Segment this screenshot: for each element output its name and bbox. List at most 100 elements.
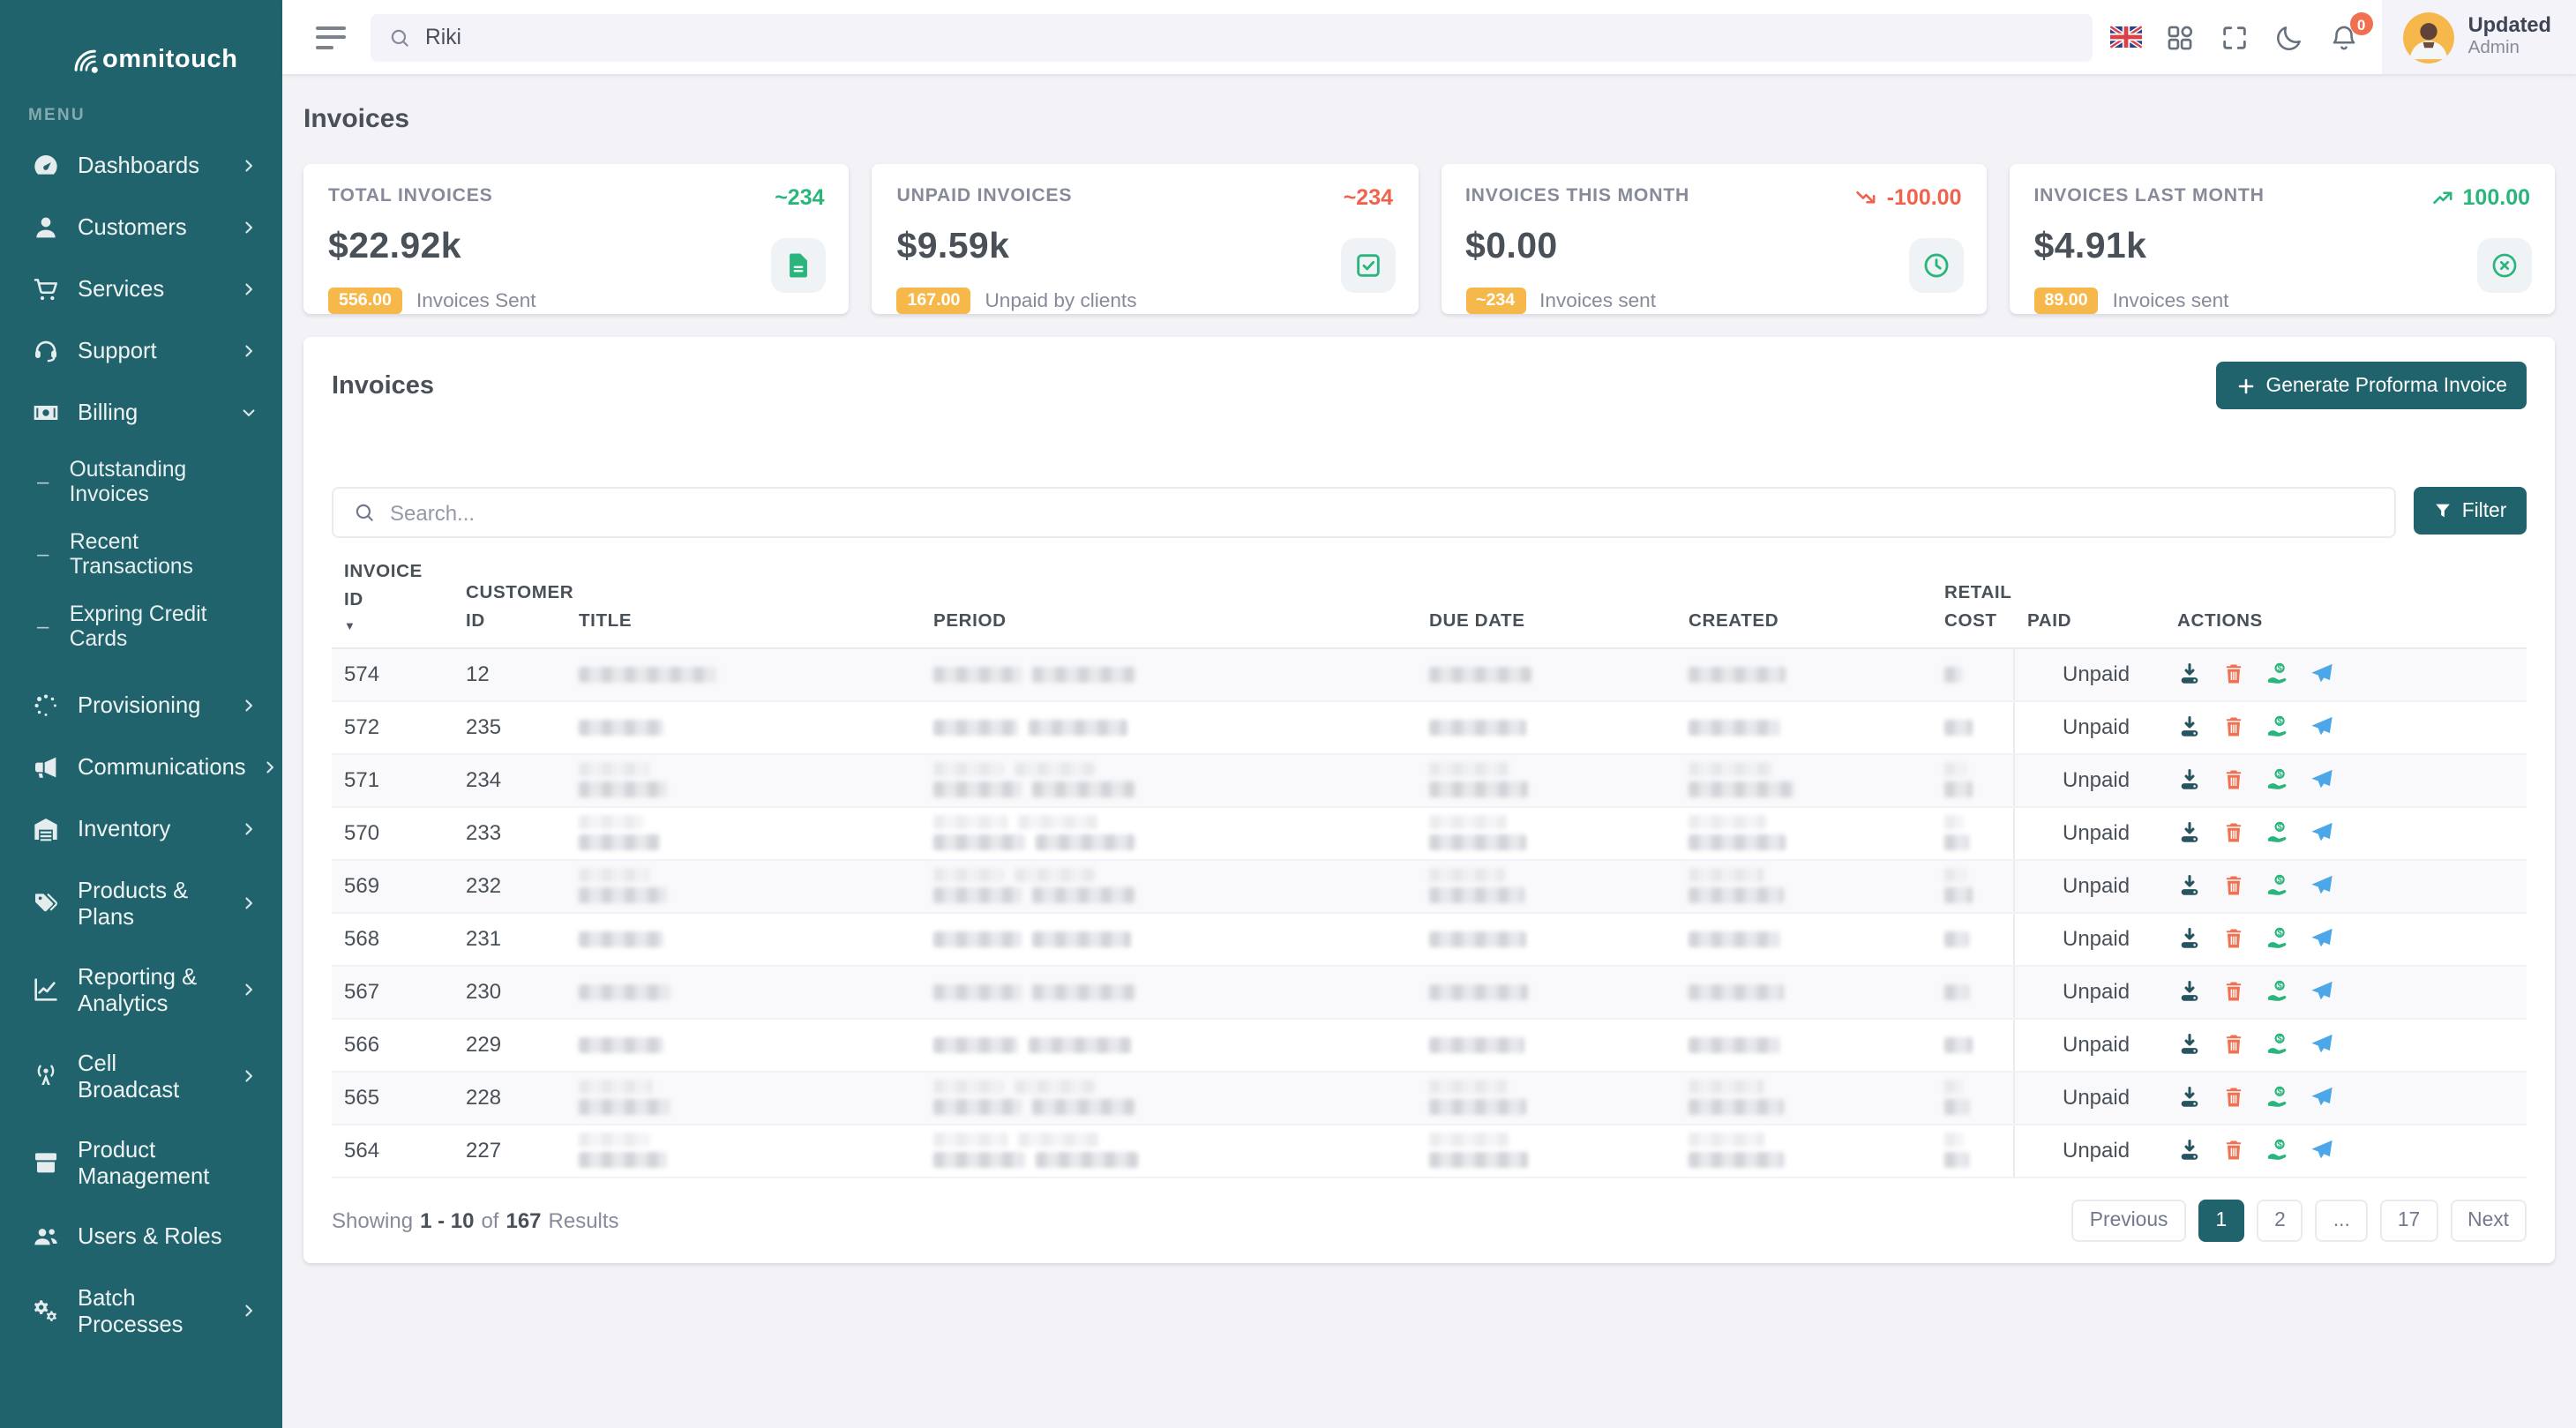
apps-grid-icon[interactable] [2165,21,2197,53]
fullscreen-icon[interactable] [2220,21,2251,53]
delete-invoice-icon[interactable] [2221,927,2246,952]
sidebar-item-provisioning[interactable]: Provisioning [0,674,282,736]
page-button-2[interactable]: 2 [2257,1200,2303,1242]
receive-payment-icon[interactable]: $ [2265,927,2290,952]
column-header-invoice-id[interactable]: INVOICE ID▼ [332,556,452,647]
cell-paid-status: Unpaid [2013,755,2163,806]
delete-invoice-icon[interactable] [2221,874,2246,899]
delete-invoice-icon[interactable] [2221,768,2246,793]
dash-icon: – [37,541,54,565]
sidebar-item-billing[interactable]: Billing [0,381,282,443]
cell-retail-cost [1930,649,2013,700]
sidebar-item-dashboards[interactable]: Dashboards [0,134,282,196]
sidebar-item-support[interactable]: Support [0,319,282,381]
stat-count-badge: 89.00 [2034,288,2099,314]
filter-button[interactable]: Filter [2414,487,2527,535]
sidebar-item-cell-broadcast[interactable]: Cell Broadcast [0,1032,282,1118]
receive-payment-icon[interactable]: $ [2265,662,2290,687]
language-flag-icon[interactable] [2110,21,2142,53]
cell-customer-id: 231 [452,914,565,965]
send-invoice-icon[interactable] [2310,980,2334,1005]
notifications-bell-icon[interactable]: 0 [2329,21,2361,53]
send-invoice-icon[interactable] [2310,1139,2334,1163]
cell-due-date [1415,914,1674,965]
sidebar-item-users-roles[interactable]: Users & Roles [0,1205,282,1267]
logo[interactable]: omnitouch [0,0,282,85]
download-invoice-icon[interactable] [2177,662,2202,687]
cell-actions: $ [2163,1125,2527,1177]
receive-payment-icon[interactable]: $ [2265,1086,2290,1110]
sidebar-item-inventory[interactable]: Inventory [0,797,282,859]
file-icon [772,238,827,293]
sidebar-item-reporting-analytics[interactable]: Reporting & Analytics [0,946,282,1032]
table-search-input[interactable] [390,500,2375,525]
dark-mode-moon-icon[interactable] [2274,21,2306,53]
sidebar-subitem-outstanding-invoices[interactable]: –Outstanding Invoices [0,445,282,517]
redacted-block [1036,835,1134,851]
sidebar-subitem-expring-credit-cards[interactable]: –Expring Credit Cards [0,589,282,662]
receive-payment-icon[interactable]: $ [2265,1033,2290,1058]
download-invoice-icon[interactable] [2177,1086,2202,1110]
page-button-17[interactable]: 17 [2380,1200,2437,1242]
cell-period [919,1125,1415,1177]
redacted-text [1689,720,1780,736]
download-invoice-icon[interactable] [2177,768,2202,793]
download-invoice-icon[interactable] [2177,715,2202,740]
global-search-input[interactable] [425,25,2075,49]
sidebar-item-customers[interactable]: Customers [0,196,282,258]
download-invoice-icon[interactable] [2177,1139,2202,1163]
download-invoice-icon[interactable] [2177,821,2202,846]
send-invoice-icon[interactable] [2310,821,2334,846]
download-invoice-icon[interactable] [2177,874,2202,899]
send-invoice-icon[interactable] [2310,1033,2334,1058]
sidebar-item-communications[interactable]: Communications [0,736,282,797]
send-invoice-icon[interactable] [2310,768,2334,793]
send-invoice-icon[interactable] [2310,662,2334,687]
delete-invoice-icon[interactable] [2221,1033,2246,1058]
sidebar-subitem-recent-transactions[interactable]: –Recent Transactions [0,517,282,589]
column-header-period: PERIOD [919,556,1415,647]
sidebar-item-services[interactable]: Services [0,258,282,319]
cell-title [565,1020,919,1071]
sidebar-item-products-plans[interactable]: Products & Plans [0,859,282,946]
send-invoice-icon[interactable] [2310,1086,2334,1110]
download-invoice-icon[interactable] [2177,927,2202,952]
user-menu[interactable]: Updated Admin [2382,0,2576,74]
receive-payment-icon[interactable]: $ [2265,874,2290,899]
delete-invoice-icon[interactable] [2221,980,2246,1005]
delete-invoice-icon[interactable] [2221,821,2246,846]
delete-invoice-icon[interactable] [2221,1086,2246,1110]
sidebar-item-batch-processes[interactable]: Batch Processes [0,1267,282,1353]
stat-delta-value: 100.00 [2463,185,2530,210]
redacted-text [933,816,1134,851]
redacted-text [579,1080,670,1116]
delete-invoice-icon[interactable] [2221,662,2246,687]
download-invoice-icon[interactable] [2177,980,2202,1005]
receive-payment-icon[interactable]: $ [2265,715,2290,740]
redacted-text [933,1133,1138,1169]
page-button-[interactable]: ... [2316,1200,2368,1242]
page-button-next[interactable]: Next [2450,1200,2527,1242]
page-button-previous[interactable]: Previous [2072,1200,2186,1242]
hamburger-menu-icon[interactable] [316,26,346,49]
page-button-1[interactable]: 1 [2198,1200,2244,1242]
filter-funnel-icon [2434,501,2453,520]
redacted-text [1689,667,1786,683]
delete-invoice-icon[interactable] [2221,715,2246,740]
receive-payment-icon[interactable]: $ [2265,1139,2290,1163]
send-invoice-icon[interactable] [2310,874,2334,899]
send-invoice-icon[interactable] [2310,927,2334,952]
stat-cards: TOTAL INVOICES~234$22.92k556.00Invoices … [303,164,2555,314]
sidebar-item-product-management[interactable]: Product Management [0,1118,282,1205]
column-header-created: CREATED [1674,556,1930,647]
download-invoice-icon[interactable] [2177,1033,2202,1058]
delete-invoice-icon[interactable] [2221,1139,2246,1163]
cell-due-date [1415,702,1674,753]
receive-payment-icon[interactable]: $ [2265,821,2290,846]
generate-proforma-invoice-button[interactable]: Generate Proforma Invoice [2216,362,2527,409]
redacted-block [933,1037,1018,1053]
receive-payment-icon[interactable]: $ [2265,980,2290,1005]
receive-payment-icon[interactable]: $ [2265,768,2290,793]
send-invoice-icon[interactable] [2310,715,2334,740]
table-footer: Showing 1 - 10 of 167 Results Previous12… [332,1200,2527,1242]
